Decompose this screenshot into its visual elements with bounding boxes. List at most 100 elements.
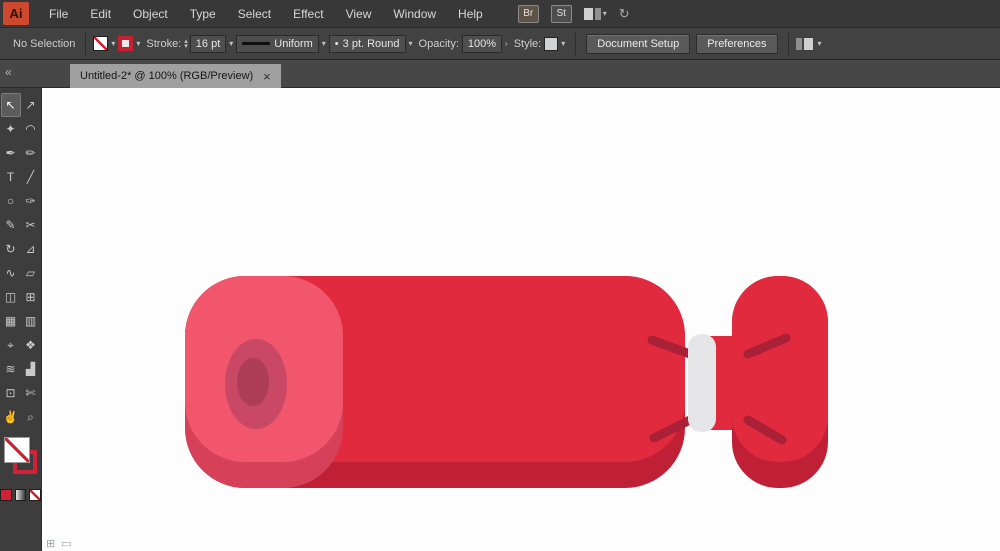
close-icon[interactable]: × [263, 69, 271, 84]
menu-help[interactable]: Help [447, 0, 494, 27]
tool-perspective-grid[interactable]: ⊞ [21, 285, 41, 309]
menu-view[interactable]: View [335, 0, 383, 27]
brush-value: 3 pt. Round [342, 37, 400, 50]
divider [575, 32, 577, 55]
stock-icon[interactable]: St [550, 4, 572, 23]
tool-shaper[interactable]: ✏ [21, 141, 41, 165]
chevron-down-icon: ▾ [602, 9, 607, 18]
tool-eyedropper[interactable]: ⌖ [1, 333, 21, 357]
tool-pencil[interactable]: ✎ [1, 213, 21, 237]
tool-pen[interactable]: ✒ [1, 141, 21, 165]
bridge-icon[interactable]: Br [517, 4, 539, 23]
illustrator-logo: Ai [3, 2, 29, 25]
style-label: Style: [513, 37, 542, 50]
tool-lasso[interactable]: ◠ [21, 117, 41, 141]
menu-file[interactable]: File [38, 0, 79, 27]
control-bar: No Selection ▾ ▾ Stroke: ▴ ▾ 16 pt ▾ Uni… [0, 28, 1000, 60]
selection-status: No Selection [13, 37, 76, 50]
menu-object[interactable]: Object [122, 0, 179, 27]
brush-dropdown[interactable]: • 3 pt. Round [328, 34, 406, 53]
tool-gradient[interactable]: ▥ [21, 309, 41, 333]
sausage-cap-oval-inner [237, 358, 269, 406]
document-setup-button[interactable]: Document Setup [586, 33, 691, 54]
tool-free-transform[interactable]: ▱ [21, 261, 41, 285]
chevron-down-icon[interactable]: ▾ [319, 39, 329, 48]
tool-selection[interactable]: ↖ [0, 93, 21, 117]
fill-stroke-indicator [1, 437, 41, 483]
tool-slice[interactable]: ✄ [21, 381, 41, 405]
stroke-weight-field[interactable]: 16 pt [189, 34, 227, 53]
stroke-label: Stroke: [146, 37, 182, 50]
gradient-mode-button[interactable] [14, 489, 27, 501]
opacity-value: 100% [467, 37, 497, 50]
stroke-weight-value: 16 pt [195, 37, 221, 50]
tool-column-graph[interactable]: ▟ [21, 357, 41, 381]
tools-panel: ↖ ↗ ✦ ◠ ✒ ✏ T ╱ ○ ✑ ✎ ✂ ↻ ⊿ ∿ ▱ ◫ ⊞ ▦ ▥ … [0, 88, 42, 551]
tool-type[interactable]: T [1, 165, 21, 189]
chevron-down-icon[interactable]: ▾ [226, 39, 236, 48]
tool-symbol-sprayer[interactable]: ≋ [1, 357, 21, 381]
menu-edit[interactable]: Edit [79, 0, 122, 27]
tool-ellipse[interactable]: ○ [1, 189, 21, 213]
canvas-status-icons: ⊞ ▭ [46, 537, 72, 550]
stepper-down-icon[interactable]: ▾ [184, 43, 188, 50]
sausage-illustration [185, 276, 828, 488]
width-profile-dropdown[interactable]: Uniform [236, 34, 319, 53]
workspace-pane-icon [594, 7, 601, 20]
opacity-label: Opacity: [418, 37, 459, 50]
tab-strip: « Untitled-2* @ 100% (RGB/Preview) × [0, 60, 1000, 88]
fill-color-swatch[interactable] [93, 36, 109, 51]
tool-artboard[interactable]: ⊡ [1, 381, 21, 405]
tool-hand[interactable]: ✌ [1, 405, 21, 429]
width-profile-value: Uniform [274, 37, 313, 50]
tool-scale[interactable]: ⊿ [21, 237, 41, 261]
align-options-icon[interactable]: ▾ [795, 37, 825, 50]
tool-line-segment[interactable]: ╱ [21, 165, 41, 189]
menu-effect[interactable]: Effect [282, 0, 334, 27]
divider [787, 32, 789, 55]
color-mode-button[interactable] [0, 489, 12, 501]
status-left-icon[interactable]: ⊞ [46, 537, 55, 550]
canvas[interactable]: ⊞ ▭ [42, 88, 1000, 551]
tool-mesh[interactable]: ▦ [1, 309, 21, 333]
tool-paintbrush[interactable]: ✑ [21, 189, 41, 213]
tool-width[interactable]: ∿ [1, 261, 21, 285]
menu-bar: Ai File Edit Object Type Select Effect V… [0, 0, 1000, 28]
fill-swatch[interactable] [3, 437, 30, 463]
preferences-button[interactable]: Preferences [696, 33, 778, 54]
none-mode-button[interactable] [29, 489, 42, 501]
tool-direct-selection[interactable]: ↗ [21, 93, 41, 117]
tool-zoom[interactable]: ⌕ [21, 405, 41, 429]
status-right-icon[interactable]: ▭ [61, 537, 71, 550]
workspace-pane-icon [583, 7, 593, 20]
menu-select[interactable]: Select [227, 0, 282, 27]
document-tab[interactable]: Untitled-2* @ 100% (RGB/Preview) × [70, 64, 281, 88]
stroke-weight-stepper[interactable]: ▴ ▾ [184, 38, 188, 50]
align-glyph-icon [803, 37, 813, 50]
chevron-right-icon[interactable]: › [502, 39, 511, 48]
chevron-down-icon[interactable]: ▾ [815, 39, 825, 48]
tie-band [688, 334, 716, 432]
align-glyph-icon [795, 37, 802, 50]
chevron-down-icon[interactable]: ▾ [133, 39, 143, 48]
chevron-down-icon[interactable]: ▾ [406, 39, 416, 48]
tool-shape-builder[interactable]: ◫ [1, 285, 21, 309]
workspace-switcher-icon[interactable]: ▾ [583, 7, 607, 20]
sync-icon[interactable]: ↻ [619, 6, 630, 22]
chevron-down-icon[interactable]: ▾ [108, 39, 118, 48]
menu-window[interactable]: Window [382, 0, 447, 27]
collapse-panel-icon[interactable]: « [5, 65, 12, 79]
menu-type[interactable]: Type [179, 0, 227, 27]
brush-dot-icon: • [334, 37, 339, 50]
stroke-color-swatch[interactable] [118, 36, 134, 51]
opacity-field[interactable]: 100% [461, 34, 503, 53]
style-swatch[interactable] [544, 36, 559, 51]
document-tab-title: Untitled-2* @ 100% (RGB/Preview) [80, 70, 254, 82]
tool-blend[interactable]: ❖ [21, 333, 41, 357]
chevron-down-icon[interactable]: ▾ [558, 39, 568, 48]
tool-magic-wand[interactable]: ✦ [1, 117, 21, 141]
stroke-profile-preview [242, 42, 271, 45]
tool-scissors[interactable]: ✂ [21, 213, 41, 237]
divider [85, 32, 87, 55]
tool-rotate[interactable]: ↻ [1, 237, 21, 261]
